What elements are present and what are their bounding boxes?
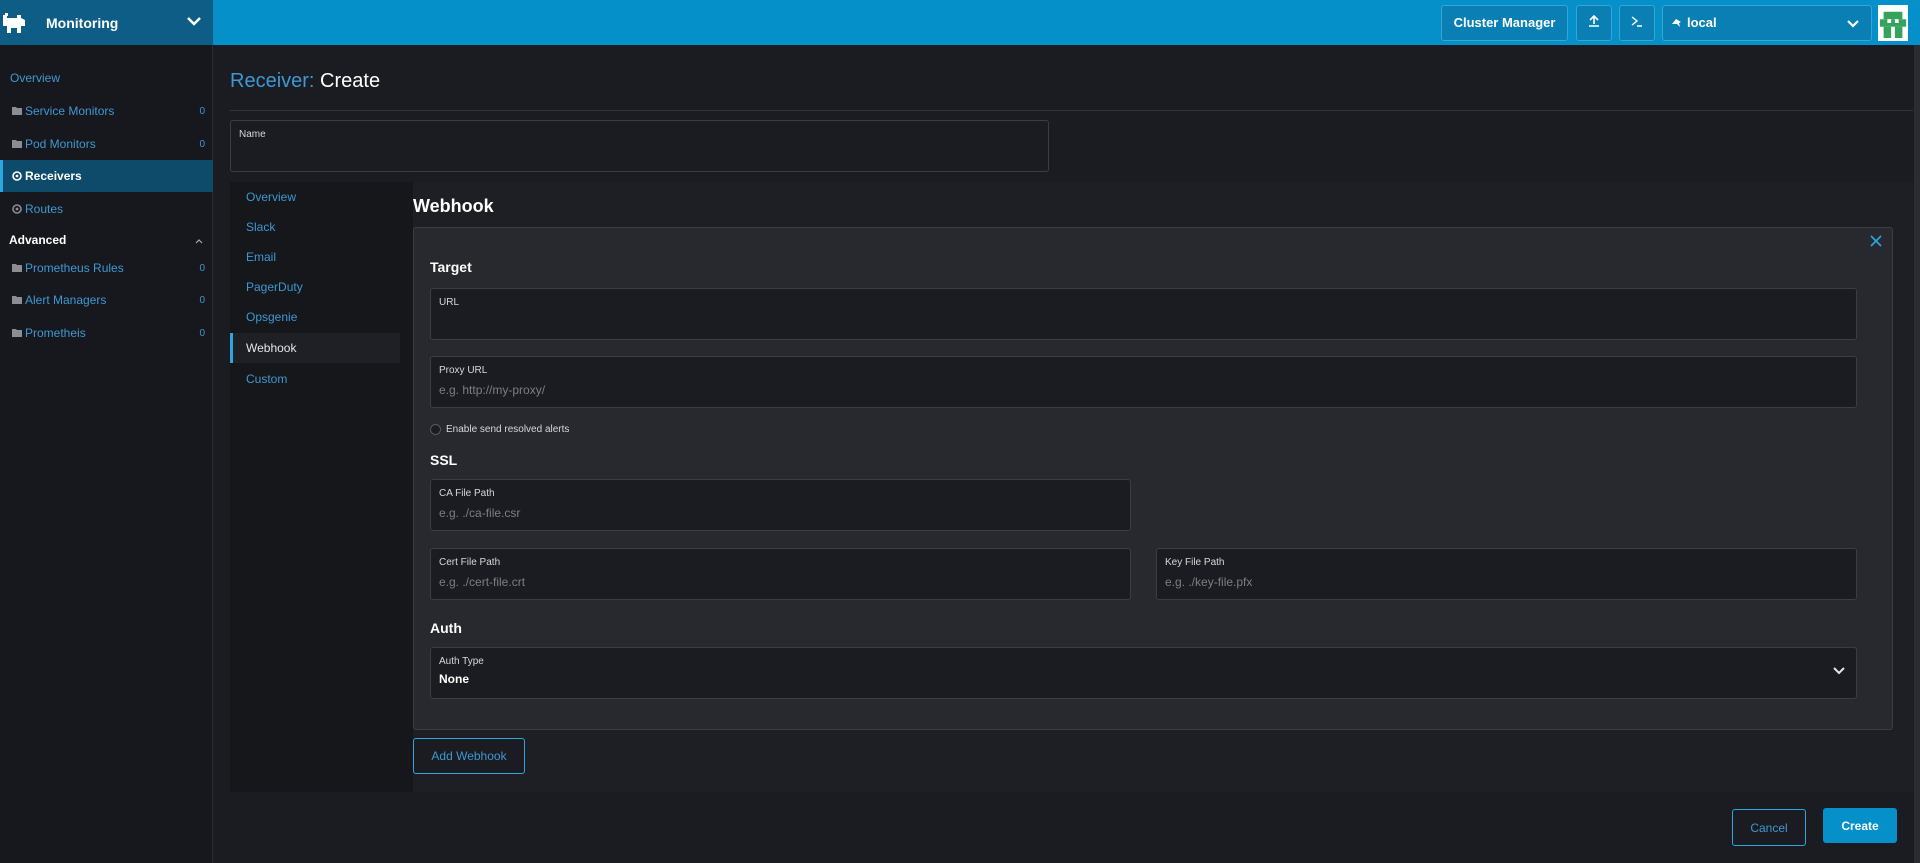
count-badge: 0 — [199, 294, 205, 306]
chevron-down-icon — [1832, 663, 1846, 677]
target-heading: Target — [430, 259, 472, 275]
folder-icon — [12, 106, 22, 116]
key-file-path-field[interactable]: Key File Path e.g. ./key-file.pfx — [1156, 548, 1857, 600]
send-resolved-checkbox[interactable]: Enable send resolved alerts — [430, 424, 569, 435]
product-switcher[interactable]: Monitoring — [0, 0, 213, 45]
sidebar: Overview Service Monitors 0 Pod Monitors… — [0, 45, 213, 863]
gear-icon — [12, 204, 22, 214]
ca-file-path-label: CA File Path — [439, 488, 495, 499]
sidebar-item-label: Service Monitors — [25, 104, 115, 118]
cluster-name: local — [1687, 15, 1717, 30]
cancel-button[interactable]: Cancel — [1732, 809, 1806, 846]
sidebar-item-label: Alert Managers — [25, 293, 107, 307]
auth-heading: Auth — [430, 620, 462, 636]
tab-opsgenie[interactable]: Opsgenie — [230, 302, 400, 332]
sidebar-item-prometheus-rules[interactable]: Prometheus Rules 0 — [0, 252, 213, 284]
proxy-url-field[interactable]: Proxy URL e.g. http://my-proxy/ — [430, 356, 1857, 408]
auth-type-value: None — [439, 672, 469, 686]
sidebar-item-receivers[interactable]: Receivers — [0, 160, 213, 192]
avatar[interactable] — [1878, 4, 1908, 41]
auth-type-label: Auth Type — [439, 656, 484, 667]
folder-icon — [12, 328, 22, 338]
sidebar-item-overview[interactable]: Overview — [0, 62, 213, 94]
auth-type-select[interactable]: Auth Type None — [430, 647, 1857, 699]
sidebar-item-service-monitors[interactable]: Service Monitors 0 — [0, 95, 213, 127]
send-resolved-label: Enable send resolved alerts — [446, 424, 570, 435]
tab-list: Overview Slack Email PagerDuty Opsgenie … — [230, 182, 400, 792]
sidebar-item-alert-managers[interactable]: Alert Managers 0 — [0, 284, 213, 316]
chevron-up-icon — [195, 233, 203, 247]
terminal-icon — [1630, 14, 1644, 31]
scrollbar[interactable] — [1914, 45, 1920, 863]
close-icon[interactable] — [1868, 233, 1884, 249]
tab-slack[interactable]: Slack — [230, 212, 400, 242]
divider — [230, 110, 1913, 111]
chevron-down-icon — [1845, 15, 1861, 31]
top-header: Monitoring Cluster Manager local — [0, 0, 1920, 45]
sidebar-group-label: Advanced — [9, 233, 67, 247]
upload-icon — [1587, 14, 1601, 31]
sidebar-item-label: Prometheis — [25, 326, 86, 340]
cluster-icon — [1671, 17, 1683, 29]
tab-email[interactable]: Email — [230, 242, 400, 272]
page-title-action: Create — [320, 70, 381, 92]
name-label: Name — [239, 129, 266, 140]
rancher-logo-icon — [0, 9, 28, 37]
folder-icon — [12, 263, 22, 273]
sidebar-item-label: Prometheus Rules — [25, 261, 124, 275]
kubectl-shell-button[interactable] — [1619, 4, 1655, 41]
sidebar-item-label: Receivers — [25, 169, 82, 183]
tab-custom[interactable]: Custom — [230, 364, 400, 394]
sidebar-item-label: Overview — [10, 71, 61, 85]
sidebar-group-advanced[interactable]: Advanced — [0, 228, 213, 252]
tab-webhook[interactable]: Webhook — [230, 333, 400, 363]
webhook-config-panel: Target URL Proxy URL e.g. http://my-prox… — [413, 227, 1893, 730]
sidebar-item-label: Routes — [25, 202, 64, 216]
gear-icon — [12, 171, 22, 181]
chevron-down-icon[interactable] — [185, 12, 203, 30]
name-field[interactable]: Name — [230, 120, 1049, 172]
webhook-tab-body: Webhook Target URL Proxy URL e.g. http:/… — [413, 182, 1913, 792]
proxy-url-label: Proxy URL — [439, 365, 488, 376]
count-badge: 0 — [199, 138, 205, 150]
tab-pagerduty[interactable]: PagerDuty — [230, 272, 400, 302]
url-label: URL — [439, 297, 460, 308]
page-title-prefix: Receiver: — [230, 70, 315, 92]
proxy-url-placeholder: e.g. http://my-proxy/ — [439, 383, 546, 397]
cluster-selector[interactable]: local — [1662, 4, 1872, 41]
import-yaml-button[interactable] — [1576, 4, 1612, 41]
add-webhook-button[interactable]: Add Webhook — [413, 738, 525, 774]
receiver-type-tabs: Overview Slack Email PagerDuty Opsgenie … — [230, 182, 1913, 792]
cert-file-path-label: Cert File Path — [439, 557, 501, 568]
ca-file-path-field[interactable]: CA File Path e.g. ./ca-file.csr — [430, 479, 1131, 531]
key-file-path-label: Key File Path — [1165, 557, 1225, 568]
folder-icon — [12, 295, 22, 305]
checkbox-box[interactable] — [430, 424, 441, 435]
cert-file-path-placeholder: e.g. ./cert-file.crt — [439, 575, 526, 589]
product-title: Monitoring — [46, 14, 119, 31]
sidebar-item-pod-monitors[interactable]: Pod Monitors 0 — [0, 128, 213, 160]
sidebar-item-label: Pod Monitors — [25, 137, 96, 151]
create-button[interactable]: Create — [1823, 808, 1897, 843]
cert-file-path-field[interactable]: Cert File Path e.g. ./cert-file.crt — [430, 548, 1131, 600]
sidebar-item-routes[interactable]: Routes — [0, 193, 213, 225]
ssl-heading: SSL — [430, 452, 458, 468]
tab-overview[interactable]: Overview — [230, 182, 400, 212]
main-content: Receiver: Create Name Overview Slack Ema… — [213, 45, 1920, 863]
key-file-path-placeholder: e.g. ./key-file.pfx — [1165, 575, 1253, 589]
webhook-section-title: Webhook — [413, 196, 494, 216]
page-title: Receiver: Create — [230, 70, 380, 93]
count-badge: 0 — [199, 262, 205, 274]
folder-icon — [12, 139, 22, 149]
url-field[interactable]: URL — [430, 288, 1857, 340]
count-badge: 0 — [199, 105, 205, 117]
sidebar-item-prometheis[interactable]: Prometheis 0 — [0, 317, 213, 349]
count-badge: 0 — [199, 327, 205, 339]
ca-file-path-placeholder: e.g. ./ca-file.csr — [439, 506, 521, 520]
cluster-manager-button[interactable]: Cluster Manager — [1441, 4, 1568, 41]
